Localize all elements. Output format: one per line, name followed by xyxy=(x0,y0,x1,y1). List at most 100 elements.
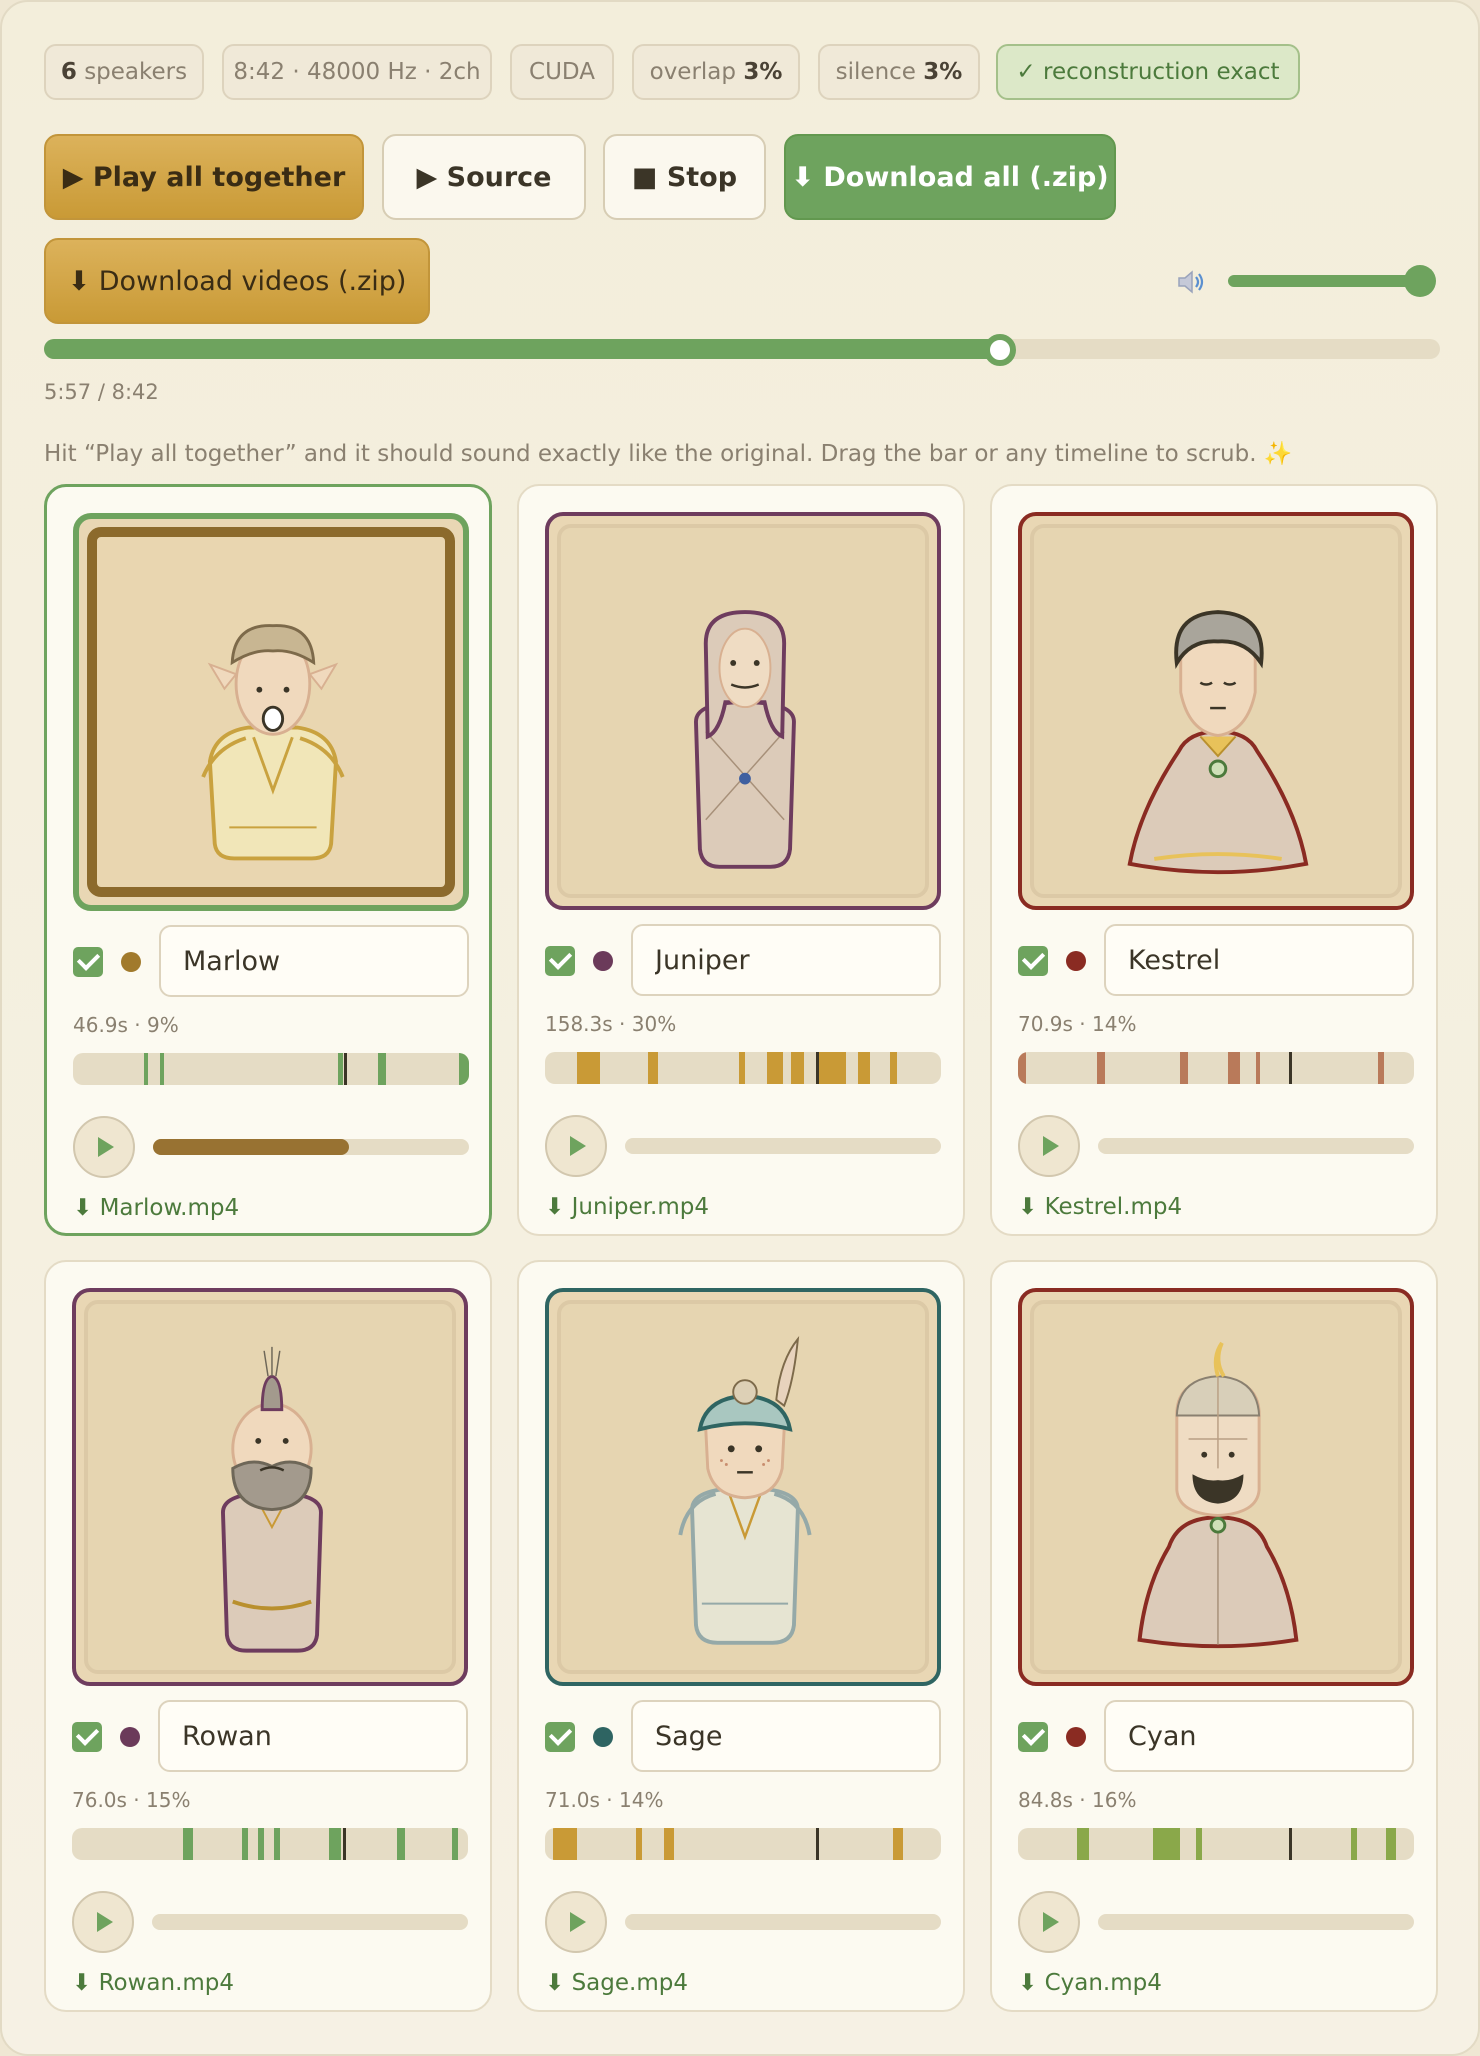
speaker-download-link[interactable]: ⬇ Marlow.mp4 xyxy=(73,1195,239,1221)
speaker-progress-track[interactable] xyxy=(625,1138,941,1154)
include-checkbox[interactable] xyxy=(72,1722,102,1752)
time-readout: 5:57 / 8:42 xyxy=(44,380,159,404)
speaker-timeline[interactable] xyxy=(545,1052,941,1084)
speaker-card-kestrel: 70.9s · 14% ⬇ Kestrel.mp4 xyxy=(990,484,1438,1236)
playhead-marker xyxy=(344,1053,348,1085)
speaker-progress-track[interactable] xyxy=(625,1914,941,1930)
speaker-card-sage: 71.0s · 14% ⬇ Sage.mp4 xyxy=(517,1260,965,2012)
speaker-progress-track[interactable] xyxy=(152,1914,468,1930)
playhead-marker xyxy=(1289,1828,1293,1860)
speaker-progress-track[interactable] xyxy=(1098,1914,1414,1930)
speech-segment xyxy=(459,1053,469,1085)
avatar xyxy=(678,1335,812,1645)
speech-segment xyxy=(576,1052,601,1084)
speech-segment xyxy=(1097,1052,1106,1084)
speech-segment xyxy=(857,1052,870,1084)
include-checkbox[interactable] xyxy=(545,946,575,976)
avatar xyxy=(1137,1341,1299,1649)
speech-segment xyxy=(1227,1052,1240,1084)
overlap-label: overlap xyxy=(649,59,736,85)
speaker-download-link[interactable]: ⬇ Kestrel.mp4 xyxy=(1018,1194,1182,1220)
speaker-timeline[interactable] xyxy=(1018,1828,1414,1860)
speaker-timeline[interactable] xyxy=(72,1828,468,1860)
speech-segment xyxy=(1378,1052,1385,1084)
volume-slider-handle[interactable] xyxy=(1404,265,1436,297)
speaker-name-input[interactable] xyxy=(1104,1700,1414,1772)
include-checkbox[interactable] xyxy=(1018,946,1048,976)
speech-segment xyxy=(893,1828,904,1860)
speech-segment xyxy=(258,1828,265,1860)
speaker-play-button[interactable] xyxy=(1018,1115,1080,1177)
speaker-stats: 76.0s · 15% xyxy=(72,1788,191,1812)
speech-segment xyxy=(766,1052,783,1084)
speech-segment xyxy=(1386,1828,1397,1860)
speaker-progress-track[interactable] xyxy=(1098,1138,1414,1154)
speaker-timeline[interactable] xyxy=(545,1828,941,1860)
speaker-download-link[interactable]: ⬇ Sage.mp4 xyxy=(545,1970,688,1996)
speaker-portrait xyxy=(1018,1288,1414,1686)
speaker-timeline[interactable] xyxy=(73,1053,469,1085)
play-icon xyxy=(570,1136,586,1156)
speaker-download-link[interactable]: ⬇ Juniper.mp4 xyxy=(545,1194,709,1220)
silence-value: 3% xyxy=(923,59,963,85)
play-all-button[interactable]: ▶ Play all together xyxy=(44,134,364,220)
speaker-name-input[interactable] xyxy=(159,925,469,997)
speaker-card-rowan: 76.0s · 15% ⬇ Rowan.mp4 xyxy=(44,1260,492,2012)
speaker-color-dot xyxy=(120,1727,140,1747)
volume-icon[interactable] xyxy=(1176,268,1208,296)
play-icon xyxy=(98,1137,114,1157)
overlap-value: 3% xyxy=(743,59,783,85)
play-icon xyxy=(1043,1136,1059,1156)
speaker-card-marlow: 46.9s · 9% ⬇ Marlow.mp4 xyxy=(44,484,492,1236)
speaker-play-button[interactable] xyxy=(545,1891,607,1953)
speaker-play-button[interactable] xyxy=(1018,1891,1080,1953)
include-checkbox[interactable] xyxy=(73,947,103,977)
volume-slider-track[interactable] xyxy=(1228,275,1420,287)
seek-bar-progress xyxy=(44,339,1000,359)
speaker-color-dot xyxy=(121,952,141,972)
speech-segment xyxy=(242,1828,249,1860)
speech-segment xyxy=(663,1828,674,1860)
avatar xyxy=(694,610,796,869)
speech-segment xyxy=(182,1828,193,1860)
speech-segment xyxy=(1180,1052,1189,1084)
speaker-name-input[interactable] xyxy=(631,1700,941,1772)
speech-segment xyxy=(338,1053,344,1085)
speaker-portrait xyxy=(72,1288,468,1686)
overlap-chip: overlap 3% xyxy=(632,44,800,100)
download-videos-button[interactable]: ⬇ Download videos (.zip) xyxy=(44,238,430,324)
speaker-name-input[interactable] xyxy=(158,1700,468,1772)
speech-segment xyxy=(396,1828,405,1860)
speaker-download-link[interactable]: ⬇ Cyan.mp4 xyxy=(1018,1970,1162,1996)
speaker-name-input[interactable] xyxy=(1104,924,1414,996)
speaker-name-input[interactable] xyxy=(631,924,941,996)
speaker-portrait xyxy=(545,512,941,910)
speaker-portrait xyxy=(1018,512,1414,910)
speaker-timeline[interactable] xyxy=(1018,1052,1414,1084)
speaker-play-button[interactable] xyxy=(545,1115,607,1177)
play-icon xyxy=(570,1912,586,1932)
speakers-label: speakers xyxy=(84,59,188,85)
include-checkbox[interactable] xyxy=(545,1722,575,1752)
speaker-stats: 70.9s · 14% xyxy=(1018,1012,1137,1036)
speech-segment xyxy=(552,1828,577,1860)
main-panel: 6 speakers 8:42 · 48000 Hz · 2ch CUDA ov… xyxy=(0,0,1480,2056)
speech-segment xyxy=(818,1052,846,1084)
playhead-marker xyxy=(816,1828,820,1860)
download-all-button[interactable]: ⬇ Download all (.zip) xyxy=(784,134,1116,220)
silence-label: silence xyxy=(835,59,916,85)
speaker-card-juniper: 158.3s · 30% ⬇ Juniper.mp4 xyxy=(517,484,965,1236)
speaker-stats: 71.0s · 14% xyxy=(545,1788,664,1812)
speaker-download-link[interactable]: ⬇ Rowan.mp4 xyxy=(72,1970,234,1996)
playhead-marker xyxy=(343,1828,347,1860)
speech-segment xyxy=(1350,1828,1357,1860)
speaker-play-button[interactable] xyxy=(73,1116,135,1178)
reconstruction-badge: ✓ reconstruction exact xyxy=(996,44,1300,100)
include-checkbox[interactable] xyxy=(1018,1722,1048,1752)
stop-button[interactable]: ■ Stop xyxy=(603,134,766,220)
source-button[interactable]: ▶ Source xyxy=(382,134,586,220)
seek-bar-handle[interactable] xyxy=(984,334,1016,366)
speech-segment xyxy=(739,1052,745,1084)
speaker-play-button[interactable] xyxy=(72,1891,134,1953)
speaker-stats: 84.8s · 16% xyxy=(1018,1788,1137,1812)
